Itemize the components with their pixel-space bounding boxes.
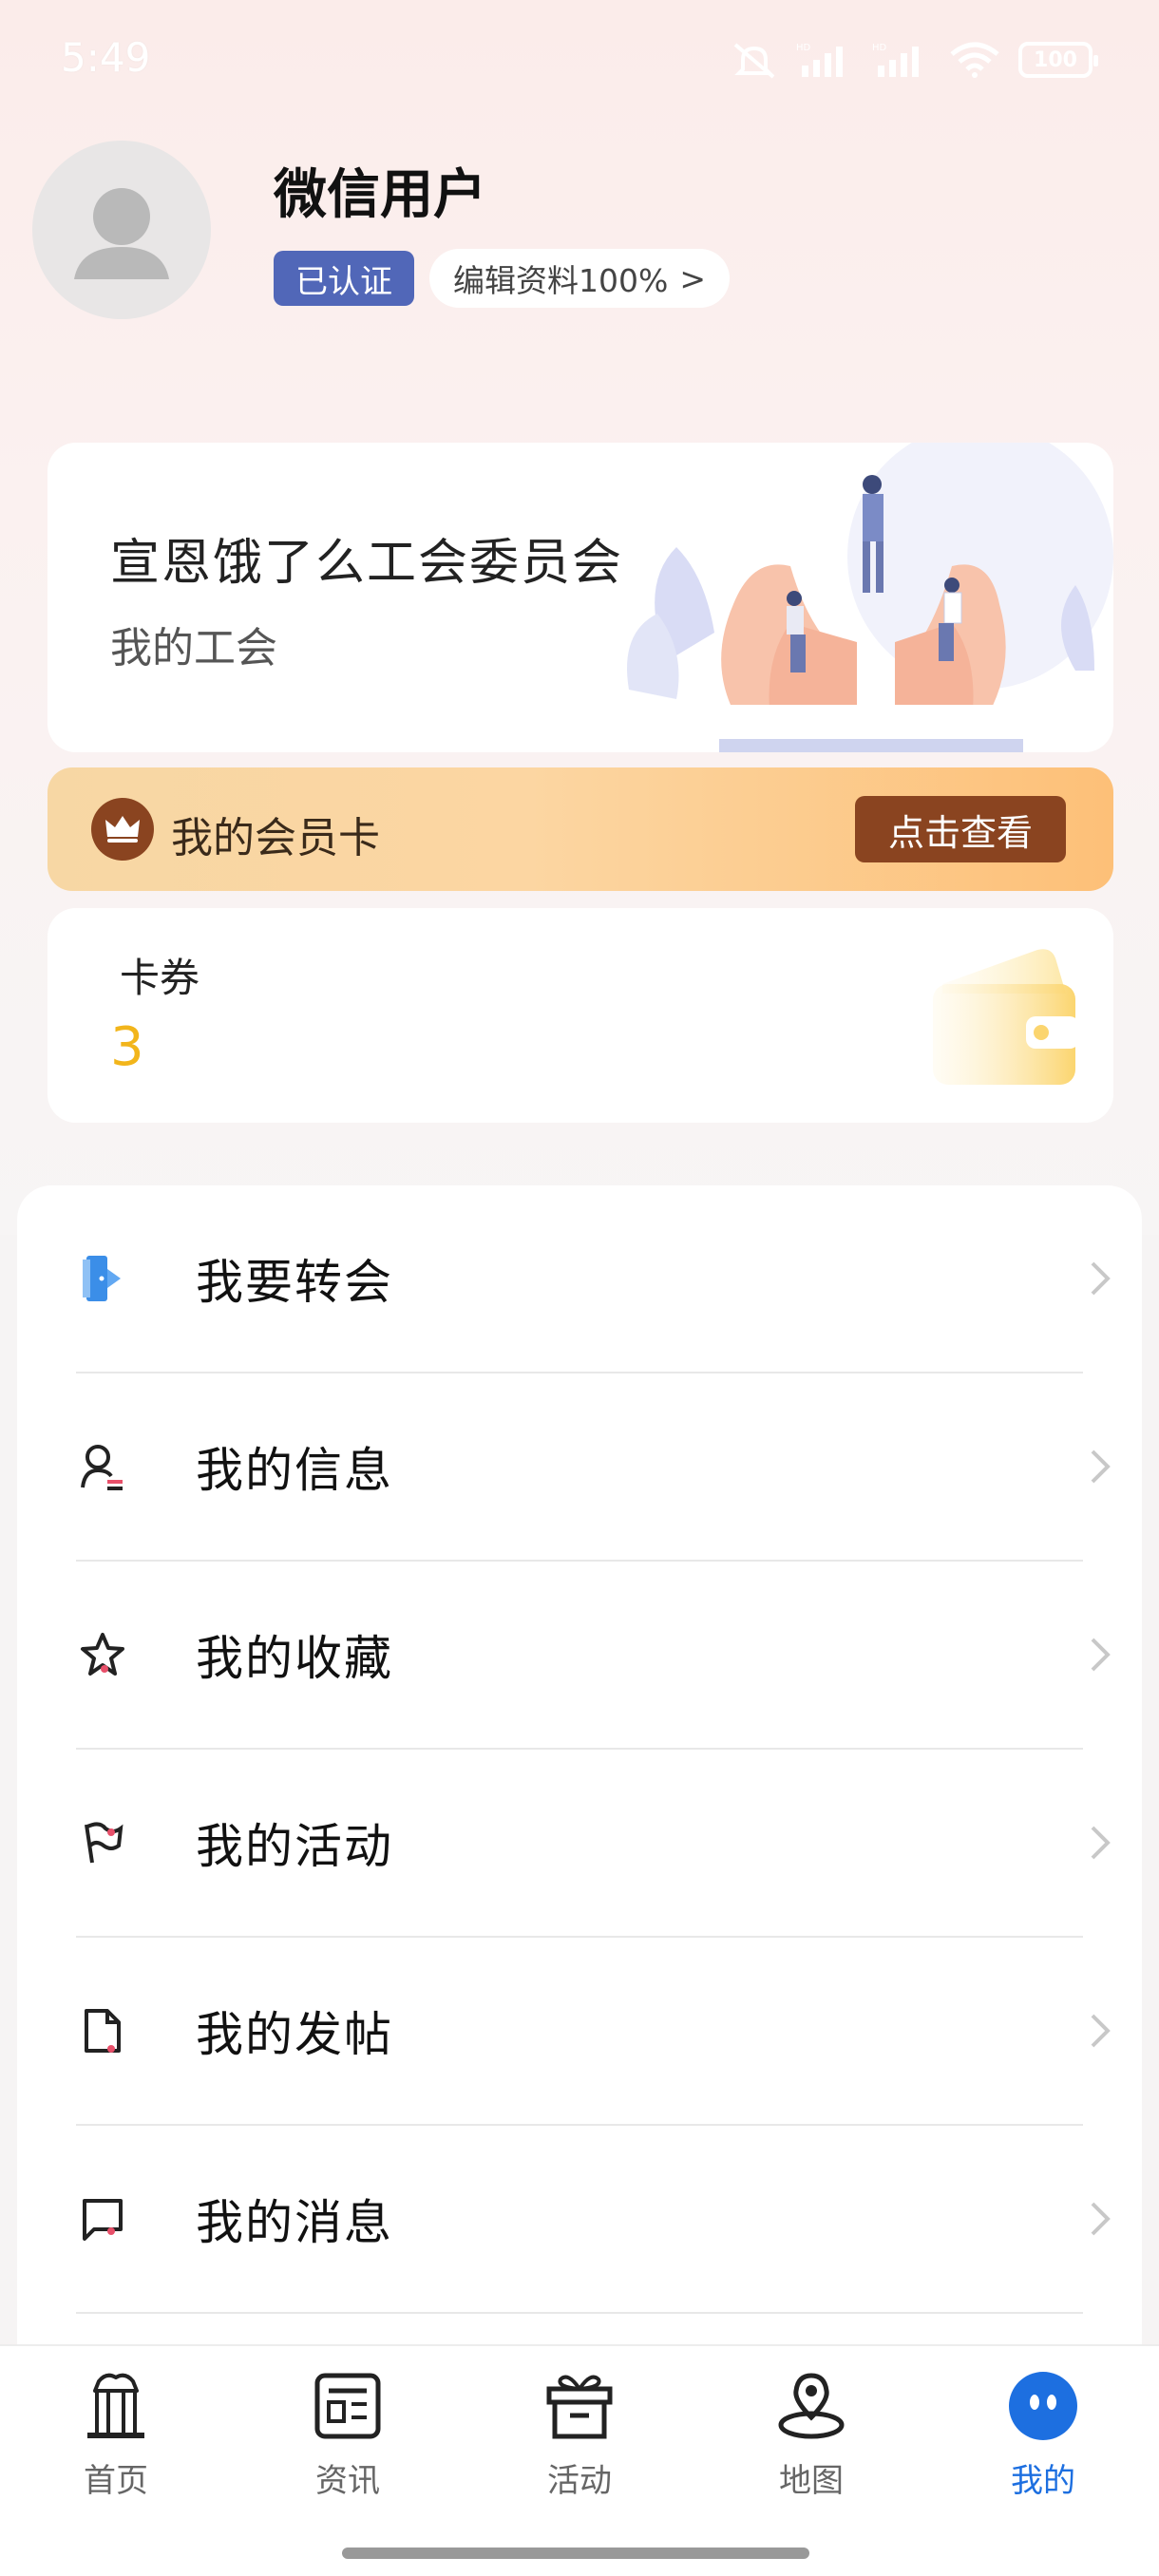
home-indicator[interactable]: [342, 2548, 809, 2559]
menu-label-transfer: 我要转会: [196, 1255, 393, 1310]
coupon-count: 3: [110, 1016, 144, 1078]
chevron-right-icon: [1091, 1449, 1111, 1484]
member-card-bar[interactable]: 我的会员卡 点击查看: [48, 767, 1113, 891]
status-time: 5:49: [61, 34, 151, 81]
crown-icon: [91, 798, 154, 861]
coupon-card[interactable]: 卡券 3: [48, 908, 1113, 1123]
menu-item-activities[interactable]: 我的活动: [76, 1750, 1111, 1936]
nav-label-activities: 活动: [547, 2462, 612, 2500]
signal-2-icon: HD: [872, 43, 919, 77]
union-illustration: [627, 443, 1113, 752]
bottom-nav: 首页 资讯 活动 地图 我的: [0, 2344, 1159, 2576]
nav-home[interactable]: 首页: [21, 2367, 211, 2510]
person-info-icon: [76, 1440, 129, 1493]
edit-profile-label: 编辑资料100%: [453, 262, 669, 299]
nav-label-news: 资讯: [315, 2462, 380, 2500]
document-icon: [76, 2004, 129, 2057]
menu-label-activities: 我的活动: [196, 1819, 393, 1874]
menu-item-transfer[interactable]: 我要转会: [76, 1185, 1111, 1372]
signal-1-icon: HD: [796, 43, 843, 77]
menu-item-info[interactable]: 我的信息: [76, 1373, 1111, 1560]
star-icon: [76, 1628, 129, 1681]
message-icon: [76, 2192, 129, 2245]
view-member-card-button[interactable]: 点击查看: [855, 796, 1066, 862]
status-bar: 5:49 HD HD 100: [0, 0, 1159, 114]
menu-item-messages[interactable]: 我的消息: [76, 2126, 1111, 2312]
chevron-right-icon: [1091, 1261, 1111, 1296]
mute-icon: [733, 43, 775, 79]
chevron-right-icon: [1091, 2202, 1111, 2236]
wifi-icon: [950, 42, 999, 78]
menu-label-posts: 我的发帖: [196, 2007, 393, 2062]
verified-badge: 已认证: [274, 251, 414, 306]
nav-activities[interactable]: 活动: [484, 2367, 674, 2510]
edit-profile-button[interactable]: 编辑资料100% >: [429, 249, 730, 308]
default-avatar-icon: [74, 188, 169, 279]
me-face-icon: [1004, 2367, 1082, 2445]
menu-item-posts[interactable]: 我的发帖: [76, 1938, 1111, 2124]
coupon-label: 卡券: [120, 955, 200, 1001]
news-icon: [309, 2367, 387, 2445]
union-subtitle: 我的工会: [110, 624, 277, 672]
menu-divider: [76, 2312, 1083, 2314]
nav-label-home: 首页: [84, 2462, 148, 2500]
nav-label-map: 地图: [779, 2462, 844, 2500]
edit-profile-arrow: >: [679, 259, 706, 297]
menu-list: 我要转会 我的信息 我的收藏 我的活动 我的发帖 我的消息: [17, 1185, 1142, 2344]
battery-icon: 100: [1018, 42, 1098, 78]
gift-icon: [541, 2367, 618, 2445]
nav-me[interactable]: 我的: [948, 2367, 1138, 2510]
status-icons: HD HD 100: [730, 36, 1098, 84]
svg-text:HD: HD: [872, 43, 887, 53]
nav-label-me: 我的: [1011, 2462, 1075, 2500]
union-name: 宣恩饿了么工会委员会: [110, 535, 624, 592]
nav-news[interactable]: 资讯: [253, 2367, 443, 2510]
flag-icon: [76, 1816, 129, 1869]
menu-label-messages: 我的消息: [196, 2195, 393, 2250]
svg-text:HD: HD: [796, 43, 811, 53]
member-card-label: 我的会员卡: [171, 814, 380, 862]
transfer-door-icon: [76, 1252, 129, 1305]
user-name: 微信用户: [274, 164, 486, 226]
chevron-right-icon: [1091, 2014, 1111, 2048]
menu-label-info: 我的信息: [196, 1443, 393, 1498]
chevron-right-icon: [1091, 1638, 1111, 1672]
chevron-right-icon: [1091, 1826, 1111, 1860]
wallet-icon: [933, 949, 1079, 1085]
menu-item-favorites[interactable]: 我的收藏: [76, 1562, 1111, 1748]
avatar[interactable]: [32, 141, 211, 319]
nav-map[interactable]: 地图: [716, 2367, 906, 2510]
menu-label-favorites: 我的收藏: [196, 1631, 393, 1686]
gate-icon: [77, 2367, 155, 2445]
map-pin-icon: [772, 2367, 850, 2445]
union-card[interactable]: 宣恩饿了么工会委员会 我的工会: [48, 443, 1113, 752]
